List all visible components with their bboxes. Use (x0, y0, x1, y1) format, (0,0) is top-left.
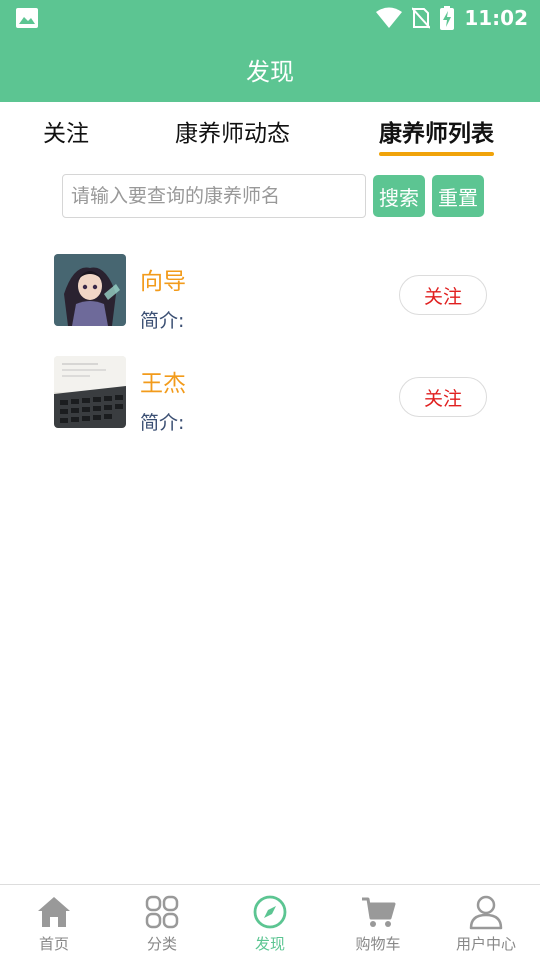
avatar (54, 356, 126, 428)
status-time: 11:02 (464, 6, 528, 30)
nav-discover[interactable]: 发现 (216, 885, 324, 960)
bottom-nav: 首页 分类 发现 购物车 用户中心 (0, 884, 540, 960)
app-bar: 发现 (0, 36, 540, 102)
tab-trainer-list[interactable]: 康养师列表 (379, 114, 494, 156)
tab-follow-label: 关注 (43, 121, 89, 147)
nav-home-label: 首页 (38, 935, 69, 953)
tab-trainer-feed[interactable]: 康养师动态 (175, 114, 290, 148)
nav-user-center-label: 用户中心 (455, 935, 516, 953)
nav-cart-label: 购物车 (355, 935, 401, 953)
reset-button[interactable]: 重置 (432, 175, 484, 217)
trainer-name: 向导 (140, 269, 186, 295)
follow-button[interactable]: 关注 (399, 275, 487, 315)
trainer-intro: 简介: (140, 310, 185, 332)
nav-discover-label: 发现 (254, 935, 285, 953)
nav-user-center[interactable]: 用户中心 (432, 885, 540, 960)
no-sim-icon (412, 7, 431, 29)
search-input[interactable] (62, 174, 366, 218)
tab-bar: 关注 康养师动态 康养师列表 (0, 102, 540, 160)
grid-icon (145, 895, 179, 929)
trainer-list: 向导 简介: 关注 王杰 简介: 关注 (0, 254, 540, 458)
wifi-icon (376, 7, 403, 28)
user-icon (469, 895, 503, 930)
cart-icon (362, 897, 396, 927)
avatar (54, 254, 126, 326)
nav-category-label: 分类 (146, 935, 177, 953)
compass-icon (253, 895, 287, 929)
nav-cart[interactable]: 购物车 (324, 885, 432, 960)
list-item[interactable]: 王杰 简介: 关注 (0, 356, 540, 458)
gallery-notification-icon (16, 8, 38, 28)
tab-trainer-feed-label: 康养师动态 (175, 121, 290, 147)
search-row: 搜索 重置 (62, 174, 484, 218)
tab-trainer-list-label: 康养师列表 (379, 121, 494, 147)
page-title: 发现 (246, 57, 294, 86)
status-bar: 11:02 (0, 0, 540, 36)
home-icon (38, 897, 70, 927)
follow-button[interactable]: 关注 (399, 377, 487, 417)
search-button[interactable]: 搜索 (373, 175, 425, 217)
trainer-intro: 简介: (140, 412, 185, 434)
nav-category[interactable]: 分类 (108, 885, 216, 960)
tab-follow[interactable]: 关注 (43, 114, 89, 148)
nav-home[interactable]: 首页 (0, 885, 108, 960)
trainer-name: 王杰 (140, 371, 186, 397)
list-item[interactable]: 向导 简介: 关注 (0, 254, 540, 356)
active-tab-indicator (379, 152, 494, 156)
battery-charging-icon (440, 6, 455, 30)
